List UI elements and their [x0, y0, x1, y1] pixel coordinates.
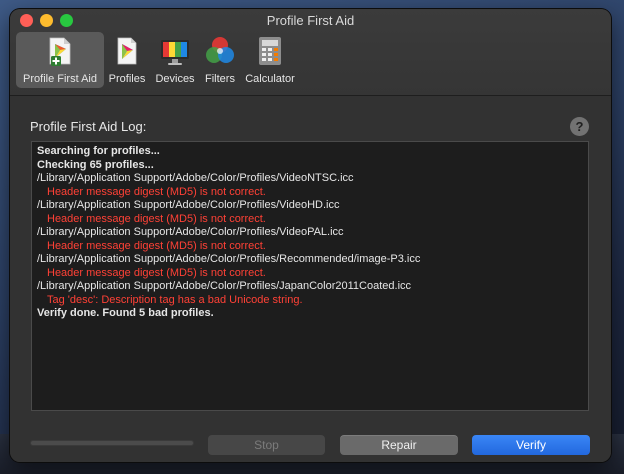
log-line: /Library/Application Support/Adobe/Color… [37, 253, 421, 265]
verify-button[interactable]: Verify [472, 435, 590, 455]
tab-label: Profiles [108, 73, 146, 85]
log-error-line: Header message digest (MD5) is not corre… [47, 239, 266, 252]
help-button[interactable]: ? [570, 117, 589, 136]
tab-label: Filters [205, 73, 235, 85]
tab-calculator[interactable]: Calculator [240, 32, 300, 88]
first-aid-panel: Profile First Aid Log: ? Searching for p… [10, 96, 611, 462]
log-title: Profile First Aid Log: [30, 119, 147, 134]
repair-button[interactable]: Repair [340, 435, 458, 455]
progress-bar [30, 440, 194, 446]
log-error-line: Tag 'desc': Description tag has a bad Un… [47, 293, 303, 306]
tab-filters[interactable]: Filters [200, 32, 240, 88]
stop-button[interactable]: Stop [208, 435, 325, 455]
tab-label: Calculator [245, 73, 295, 85]
log-line: Checking 65 profiles... [37, 158, 154, 171]
window-title: Profile First Aid [266, 13, 355, 28]
tab-profiles[interactable]: Profiles [104, 32, 150, 88]
devices-icon [161, 40, 189, 65]
toolbar: Profile First Aid Profiles Devices Filte… [16, 32, 300, 90]
tab-label: Devices [155, 73, 195, 85]
log-error-line: Header message digest (MD5) is not corre… [47, 266, 266, 279]
log-line: Verify done. Found 5 bad profiles. [37, 307, 214, 319]
log-error-line: Header message digest (MD5) is not corre… [47, 185, 266, 198]
app-window: Profile First Aid Profile First Aid Prof… [10, 9, 611, 462]
log-line: /Library/Application Support/Adobe/Color… [37, 199, 340, 211]
calculator-icon [259, 37, 281, 65]
profiles-icon [117, 37, 137, 65]
tab-profile-first-aid[interactable]: Profile First Aid [16, 32, 104, 88]
log-output[interactable]: Searching for profiles... Checking 65 pr… [31, 141, 589, 411]
title-bar: Profile First Aid Profile First Aid Prof… [10, 9, 611, 96]
log-line: /Library/Application Support/Adobe/Color… [37, 172, 354, 184]
log-line: /Library/Application Support/Adobe/Color… [37, 280, 412, 292]
tab-label: Profile First Aid [23, 73, 97, 85]
log-line: /Library/Application Support/Adobe/Color… [37, 226, 344, 238]
log-line: Searching for profiles... [37, 145, 160, 157]
filters-icon [206, 37, 234, 63]
tab-devices[interactable]: Devices [150, 32, 200, 88]
profile-first-aid-icon [49, 37, 71, 66]
log-error-line: Header message digest (MD5) is not corre… [47, 212, 266, 225]
